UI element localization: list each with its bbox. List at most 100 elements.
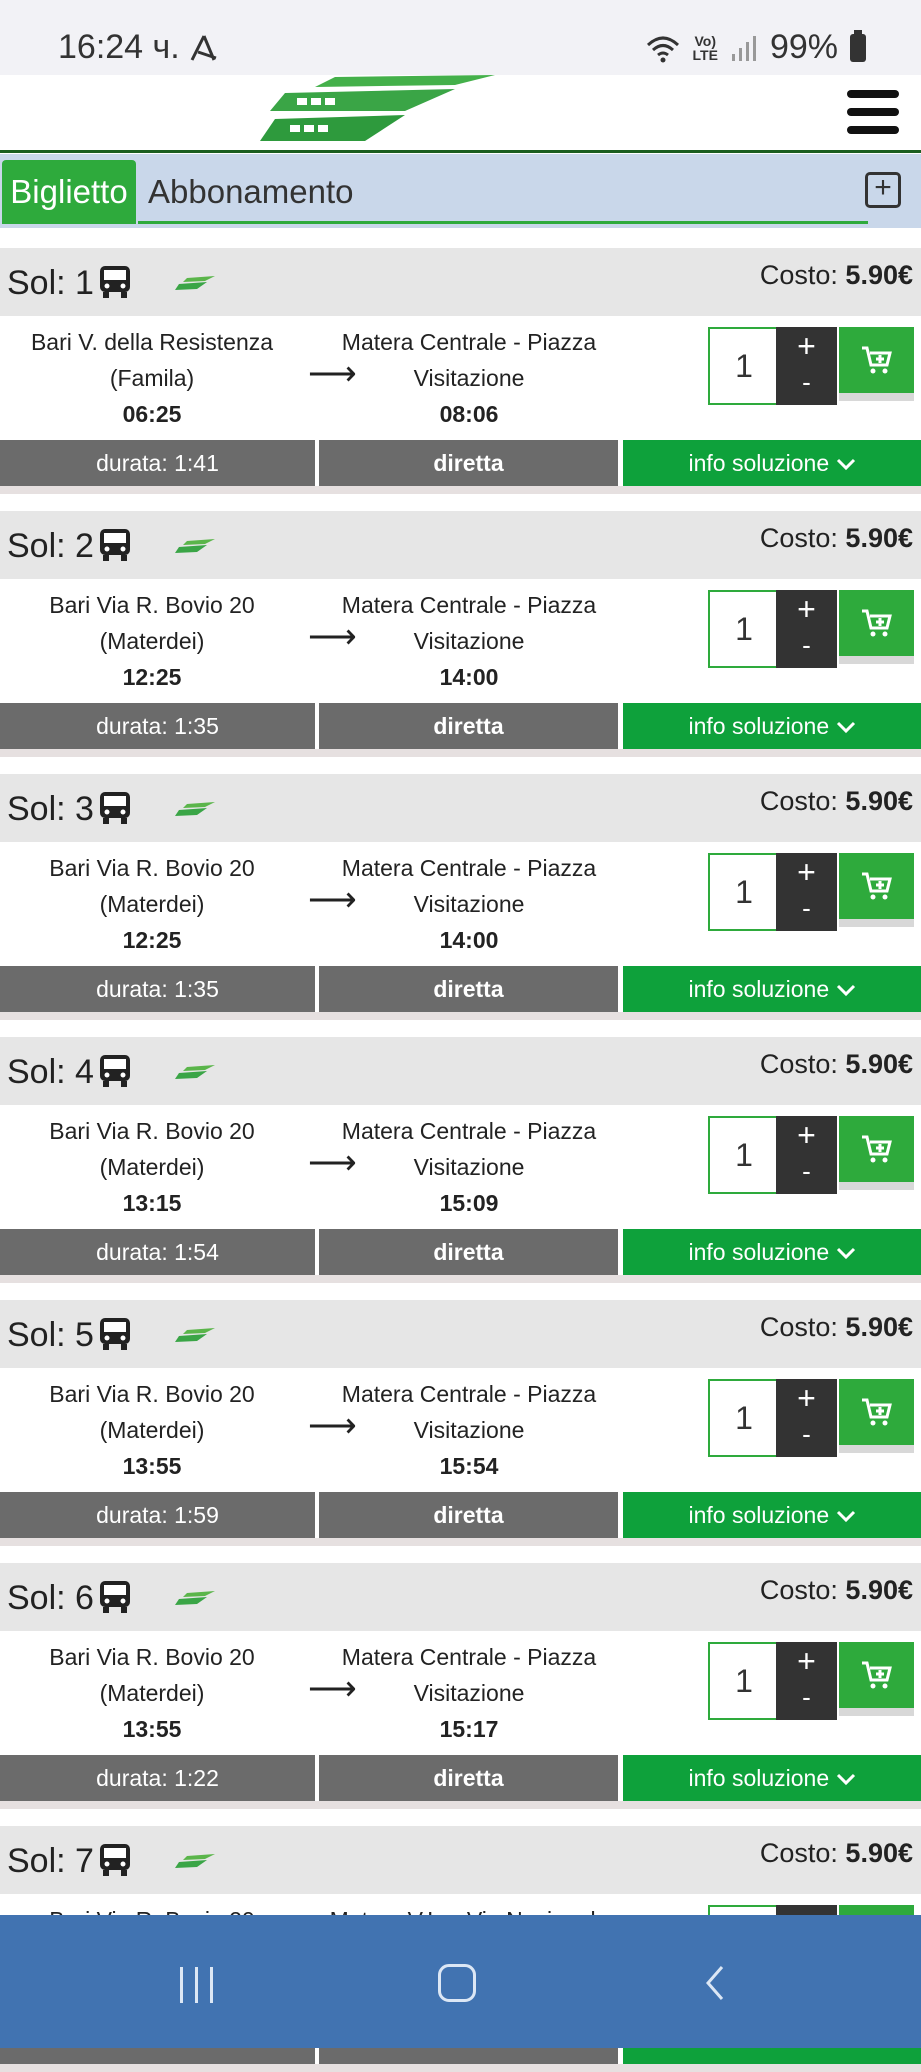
decrement-button[interactable]: -	[776, 626, 837, 664]
departure: Bari Via R. Bovio 20 (Materdei) 12:25	[0, 850, 304, 958]
solution-route: Bari Via R. Bovio 20 (Materdei) 13:55 ⟶ Mat…	[0, 1368, 921, 1492]
decrement-button[interactable]: -	[776, 1415, 837, 1453]
ticket-tabs: Biglietto Abbonamento +	[0, 154, 921, 228]
solution-card: Sol: 1 Costo: 5.90€ Bari V. della Resisten…	[0, 248, 921, 494]
bus-icon	[98, 1842, 132, 1883]
arrival-time: 15:17	[439, 1716, 499, 1742]
back-icon[interactable]	[700, 1963, 730, 2003]
solution-cost: Costo: 5.90€	[759, 1575, 913, 1605]
quantity-input[interactable]: 1	[708, 1116, 780, 1194]
arrival: Matera Centrale - Piazza Visitazione 14:0…	[320, 587, 618, 695]
train-icon	[175, 1328, 215, 1349]
duration-badge: durata: 1:54	[0, 1229, 315, 1275]
duration-badge: durata: 1:22	[0, 1755, 315, 1801]
decrement-button[interactable]: -	[776, 1152, 837, 1190]
info-solution-button[interactable]: info soluzione	[623, 703, 921, 749]
train-icon	[175, 276, 215, 297]
departure-time: 13:55	[122, 1453, 182, 1479]
solution-footer: durata: 1:35 diretta info soluzione	[0, 966, 921, 1012]
departure-time: 12:25	[122, 927, 182, 953]
cell-signal-icon	[731, 35, 756, 61]
add-box-icon[interactable]: +	[865, 172, 901, 208]
duration-badge: durata: 1:35	[0, 703, 315, 749]
decrement-button[interactable]: -	[776, 889, 837, 927]
increment-button[interactable]: +	[776, 327, 837, 365]
duration-badge: durata: 1:59	[0, 1492, 315, 1538]
solution-route: Bari Via R. Bovio 20 (Materdei) 13:15 ⟶ Mat…	[0, 1105, 921, 1229]
connection-type: diretta	[319, 1755, 618, 1801]
increment-button[interactable]: +	[776, 1116, 837, 1154]
departure-stop: Bari V. della Resistenza (Famila)	[30, 329, 274, 391]
home-icon[interactable]	[438, 1964, 476, 2002]
solution-header: Sol: 6 Costo: 5.90€	[0, 1563, 921, 1631]
quantity-input[interactable]: 1	[708, 1642, 780, 1720]
menu-icon[interactable]	[847, 90, 899, 134]
battery-icon	[850, 29, 866, 62]
tab-biglietto[interactable]: Biglietto	[2, 160, 136, 224]
info-solution-button[interactable]: info soluzione	[623, 1229, 921, 1275]
bus-icon	[98, 1579, 132, 1620]
increment-button[interactable]: +	[776, 1642, 837, 1680]
departure-stop: Bari Via R. Bovio 20 (Materdei)	[49, 1118, 255, 1180]
add-to-cart-button[interactable]	[839, 1642, 914, 1716]
battery-percent: 99%	[769, 28, 838, 66]
arrival: Matera Centrale - Piazza Visitazione 15:0…	[320, 1113, 618, 1221]
decrement-button[interactable]: -	[776, 1678, 837, 1716]
quantity-input[interactable]: 1	[708, 1379, 780, 1457]
add-to-cart-button[interactable]	[839, 1116, 914, 1190]
connection-type: diretta	[319, 1492, 618, 1538]
connection-type: diretta	[319, 1229, 618, 1275]
info-solution-button[interactable]: info soluzione	[623, 966, 921, 1012]
quantity-input[interactable]: 1	[708, 327, 780, 405]
info-solution-button[interactable]: info soluzione	[623, 1492, 921, 1538]
status-right: Vo) LTE 99%	[645, 28, 866, 67]
solution-route: Bari Via R. Bovio 20 (Materdei) 13:55 ⟶ Mat…	[0, 1631, 921, 1755]
chevron-down-icon	[836, 1247, 855, 1260]
increment-button[interactable]: +	[776, 853, 837, 891]
quantity-stepper: +-	[776, 1642, 837, 1720]
solution-cost: Costo: 5.90€	[759, 260, 913, 290]
app-header	[0, 75, 921, 153]
chevron-down-icon	[836, 1510, 855, 1523]
decrement-button[interactable]: -	[776, 363, 837, 401]
add-to-cart-button[interactable]	[839, 853, 914, 927]
solution-header: Sol: 1 Costo: 5.90€	[0, 248, 921, 316]
departure: Bari Via R. Bovio 20 (Materdei) 13:55	[0, 1639, 304, 1747]
arrival: Matera Centrale - Piazza Visitazione 14:0…	[320, 850, 618, 958]
increment-button[interactable]: +	[776, 1379, 837, 1417]
divider	[0, 486, 921, 494]
arrival-stop: Matera Centrale - Piazza Visitazione	[341, 1381, 597, 1443]
add-to-cart-button[interactable]	[839, 1379, 914, 1453]
info-solution-button[interactable]: info soluzione	[623, 1755, 921, 1801]
bus-icon	[98, 527, 132, 568]
info-solution-button[interactable]: info soluzione	[623, 440, 921, 486]
departure-stop: Bari Via R. Bovio 20 (Materdei)	[49, 592, 255, 654]
solution-footer: durata: 1:41 diretta info soluzione	[0, 440, 921, 486]
solution-cost: Costo: 5.90€	[759, 1049, 913, 1079]
divider	[0, 749, 921, 757]
quantity-stepper: +-	[776, 1116, 837, 1194]
connection-type: diretta	[319, 440, 618, 486]
brand-logo	[260, 75, 495, 141]
bus-icon	[98, 264, 132, 305]
tab-abbonamento[interactable]: Abbonamento	[138, 160, 868, 224]
bus-icon	[98, 1053, 132, 1094]
wifi-icon	[646, 36, 679, 62]
recent-apps-icon[interactable]	[178, 1967, 218, 2003]
quantity-stepper: +-	[776, 327, 837, 405]
departure-stop: Bari Via R. Bovio 20 (Materdei)	[49, 1381, 255, 1443]
add-to-cart-button[interactable]	[839, 590, 914, 664]
arrival-stop: Matera Centrale - Piazza Visitazione	[341, 1644, 597, 1706]
arrival-time: 15:09	[439, 1190, 499, 1216]
increment-button[interactable]: +	[776, 590, 837, 628]
add-to-cart-button[interactable]	[839, 327, 914, 401]
solution-label: Sol: 1	[7, 264, 94, 302]
quantity-input[interactable]: 1	[708, 853, 780, 931]
status-time: 16:24 ч.	[58, 28, 180, 66]
quantity-input[interactable]: 1	[708, 590, 780, 668]
solution-card: Sol: 2 Costo: 5.90€ Bari Via R. Bovio 20 (…	[0, 511, 921, 757]
solution-label: Sol: 4	[7, 1053, 94, 1091]
solution-card: Sol: 6 Costo: 5.90€ Bari Via R. Bovio 20 (…	[0, 1563, 921, 1809]
train-icon	[175, 1854, 215, 1875]
arrival-stop: Matera Centrale - Piazza Visitazione	[341, 855, 597, 917]
